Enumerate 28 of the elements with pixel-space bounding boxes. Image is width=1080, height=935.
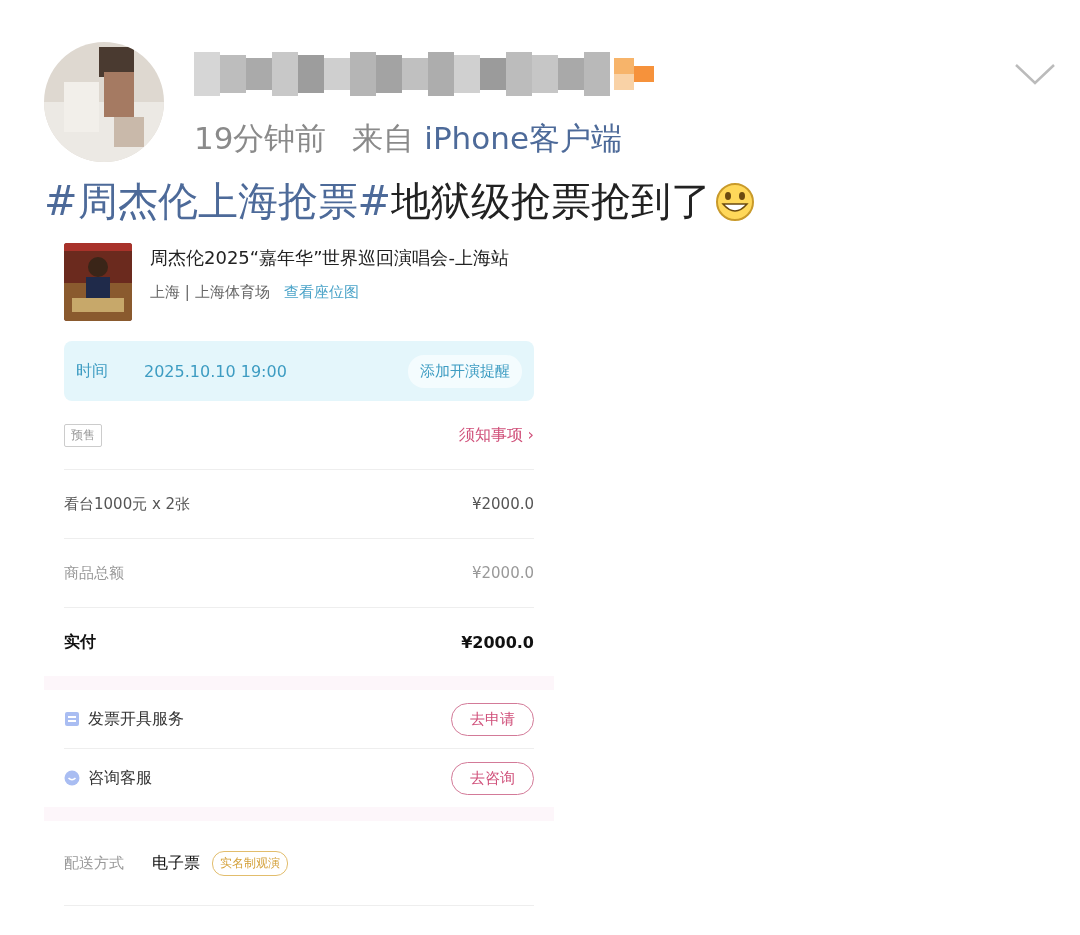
time-label: 时间 xyxy=(76,360,108,382)
price-value: ¥2000.0 xyxy=(471,495,534,513)
time-value: 2025.10.10 19:00 xyxy=(144,361,287,381)
price-value: ¥2000.0 xyxy=(461,632,534,652)
chevron-down-icon[interactable] xyxy=(1014,63,1056,85)
delivery-label: 配送方式 xyxy=(64,853,125,873)
chat-icon xyxy=(64,770,80,786)
notice-link[interactable]: 须知事项 › xyxy=(458,424,534,446)
price-value: ¥2000.0 xyxy=(471,564,534,582)
post-source: 来自 iPhone客户端 xyxy=(352,119,622,158)
delivery-value: 电子票 xyxy=(152,852,200,874)
receipt-icon xyxy=(64,711,80,727)
venue-text: 上海 | 上海体育场 xyxy=(150,283,270,302)
price-label: 看台1000元 x 2张 xyxy=(64,494,191,514)
grin-emoji-icon xyxy=(715,181,756,222)
seat-map-link[interactable]: 查看座位图 xyxy=(283,283,359,302)
event-title: 周杰伦2025“嘉年华”世界巡回演唱会-上海站 xyxy=(150,246,509,270)
post-time: 19分钟前 xyxy=(194,119,327,158)
reminder-button[interactable]: 添加开演提醒 xyxy=(408,354,522,388)
presale-tag: 预售 xyxy=(64,423,102,447)
post-text: #周杰伦上海抢票#地狱级抢票抢到了 xyxy=(44,177,712,226)
service-label: 发票开具服务 xyxy=(88,708,184,730)
service-button[interactable]: 去咨询 xyxy=(451,761,534,795)
price-label: 商品总额 xyxy=(64,563,124,583)
price-label: 实付 xyxy=(64,631,96,653)
real-name-badge: 实名制观演 xyxy=(212,850,288,876)
service-label: 咨询客服 xyxy=(88,767,152,789)
service-button[interactable]: 去申请 xyxy=(451,702,534,736)
